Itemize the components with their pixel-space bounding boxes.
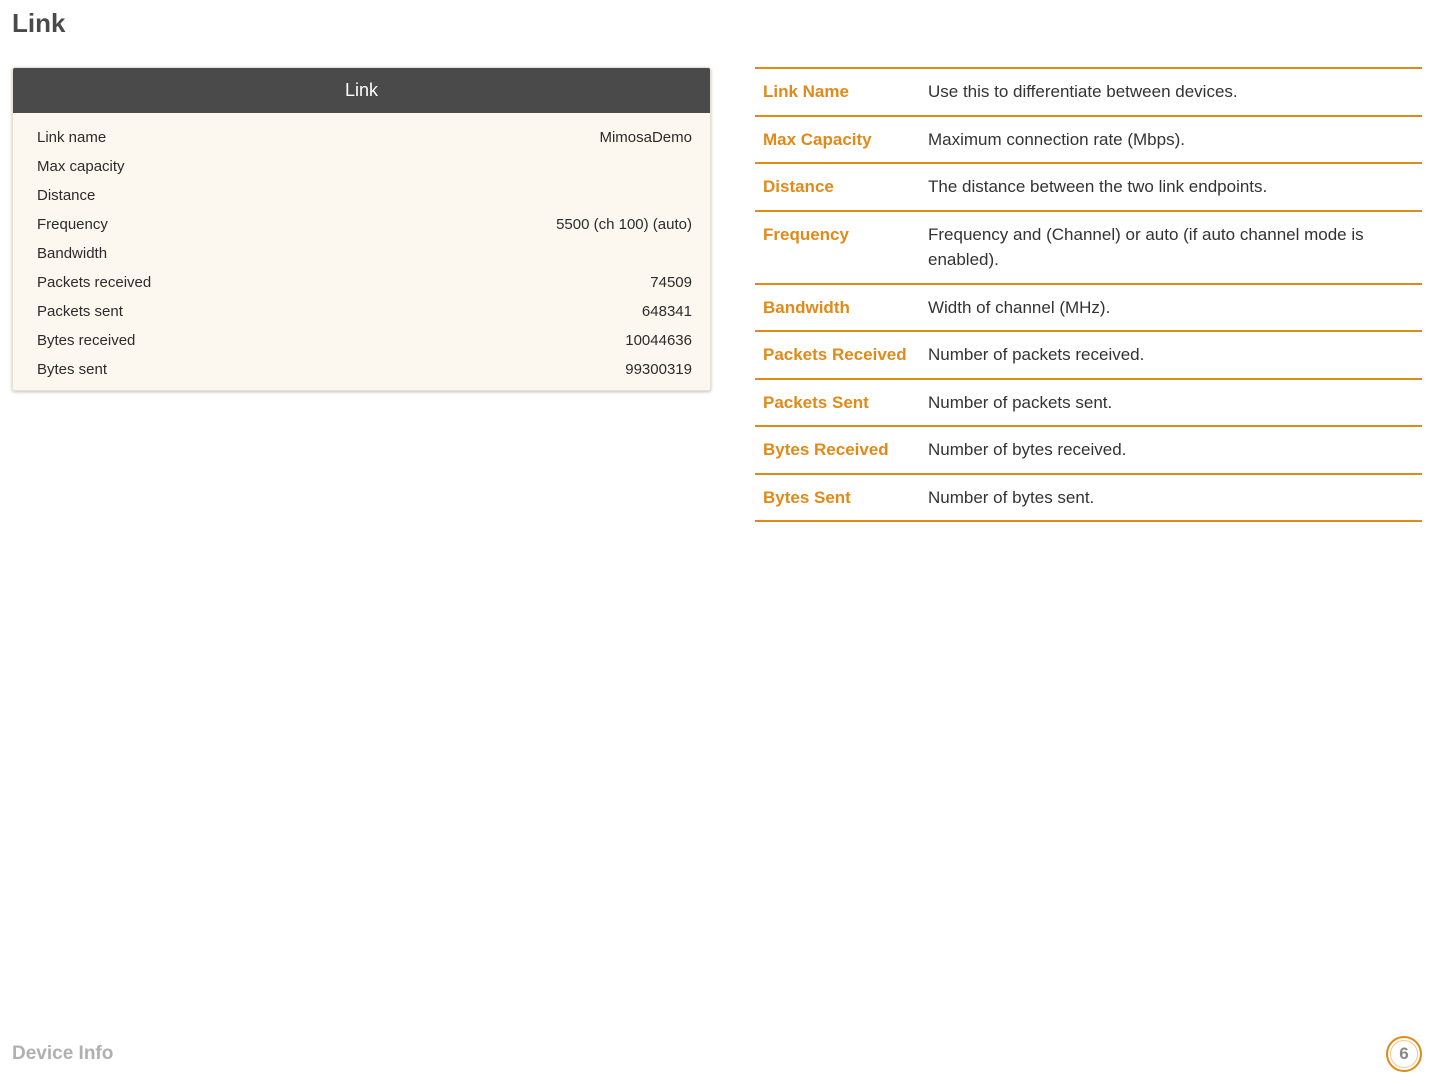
link-card-title: Link xyxy=(13,68,710,113)
link-label: Bytes received xyxy=(37,332,135,349)
desc-row-link-name: Link Name Use this to differentiate betw… xyxy=(755,68,1422,116)
desc-val: Use this to differentiate between device… xyxy=(920,68,1422,116)
link-label: Max capacity xyxy=(37,158,125,175)
link-value: MimosaDemo xyxy=(599,129,692,146)
desc-val: The distance between the two link endpoi… xyxy=(920,163,1422,211)
link-label: Link name xyxy=(37,129,106,146)
desc-val: Maximum connection rate (Mbps). xyxy=(920,116,1422,164)
desc-val: Number of packets received. xyxy=(920,331,1422,379)
desc-key: Frequency xyxy=(755,211,920,284)
link-row-bytes-received: Bytes received 10044636 xyxy=(37,326,692,355)
desc-key: Packets Sent xyxy=(755,379,920,427)
section-heading: Link xyxy=(12,8,1422,39)
page-footer: Device Info 6 xyxy=(12,1036,1422,1072)
link-value: 99300319 xyxy=(625,361,692,378)
desc-val: Number of bytes sent. xyxy=(920,474,1422,522)
description-table: Link Name Use this to differentiate betw… xyxy=(755,67,1422,522)
link-row-frequency: Frequency 5500 (ch 100) (auto) xyxy=(37,210,692,239)
link-value: 74509 xyxy=(650,274,692,291)
desc-key: Bandwidth xyxy=(755,284,920,332)
desc-val: Frequency and (Channel) or auto (if auto… xyxy=(920,211,1422,284)
link-label: Bytes sent xyxy=(37,361,107,378)
desc-row-packets-received: Packets Received Number of packets recei… xyxy=(755,331,1422,379)
desc-val: Number of bytes received. xyxy=(920,426,1422,474)
desc-key: Bytes Received xyxy=(755,426,920,474)
desc-row-packets-sent: Packets Sent Number of packets sent. xyxy=(755,379,1422,427)
link-card-body: Link name MimosaDemo Max capacity Distan… xyxy=(13,113,710,390)
link-label: Bandwidth xyxy=(37,245,107,262)
desc-key: Packets Received xyxy=(755,331,920,379)
link-row-distance: Distance xyxy=(37,181,692,210)
desc-val: Number of packets sent. xyxy=(920,379,1422,427)
link-row-packets-received: Packets received 74509 xyxy=(37,268,692,297)
link-row-bytes-sent: Bytes sent 99300319 xyxy=(37,355,692,384)
page-number: 6 xyxy=(1399,1044,1408,1064)
desc-row-bytes-received: Bytes Received Number of bytes received. xyxy=(755,426,1422,474)
link-label: Packets received xyxy=(37,274,151,291)
link-row-packets-sent: Packets sent 648341 xyxy=(37,297,692,326)
page-number-badge: 6 xyxy=(1386,1036,1422,1072)
link-value: 10044636 xyxy=(625,332,692,349)
footer-section-label: Device Info xyxy=(12,1043,113,1065)
link-label: Packets sent xyxy=(37,303,123,320)
desc-row-distance: Distance The distance between the two li… xyxy=(755,163,1422,211)
link-label: Frequency xyxy=(37,216,108,233)
desc-row-bandwidth: Bandwidth Width of channel (MHz). xyxy=(755,284,1422,332)
link-value: 648341 xyxy=(642,303,692,320)
desc-key: Distance xyxy=(755,163,920,211)
link-row-max-capacity: Max capacity xyxy=(37,152,692,181)
desc-row-max-capacity: Max Capacity Maximum connection rate (Mb… xyxy=(755,116,1422,164)
desc-val: Width of channel (MHz). xyxy=(920,284,1422,332)
desc-key: Link Name xyxy=(755,68,920,116)
desc-row-frequency: Frequency Frequency and (Channel) or aut… xyxy=(755,211,1422,284)
link-row-bandwidth: Bandwidth xyxy=(37,239,692,268)
link-label: Distance xyxy=(37,187,95,204)
link-value: 5500 (ch 100) (auto) xyxy=(556,216,692,233)
link-row-link-name: Link name MimosaDemo xyxy=(37,123,692,152)
desc-key: Bytes Sent xyxy=(755,474,920,522)
desc-row-bytes-sent: Bytes Sent Number of bytes sent. xyxy=(755,474,1422,522)
desc-key: Max Capacity xyxy=(755,116,920,164)
link-card: Link Link name MimosaDemo Max capacity D… xyxy=(12,67,711,391)
